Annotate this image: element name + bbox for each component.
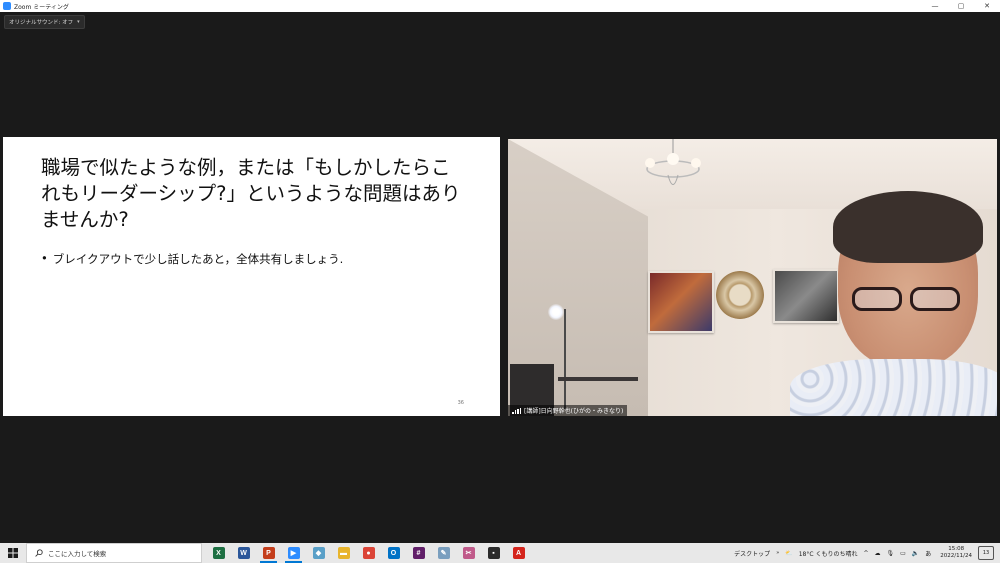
window-titlebar: Zoom ミーティング — ▢ ✕ — [0, 0, 1000, 12]
slide-page-number: 36 — [457, 400, 464, 406]
bullet-text: ブレイクアウトで少し話したあと，全体共有しましょう. — [52, 252, 344, 266]
taskbar-app-outlook[interactable]: O — [381, 543, 406, 563]
taskbar-app-sticky-notes[interactable]: ▪ — [481, 543, 506, 563]
powerpoint-icon: P — [262, 547, 275, 559]
windows-logo-icon — [8, 548, 18, 558]
chevron-up-icon[interactable]: ^ — [863, 550, 868, 557]
taskbar-app-snipping-tool[interactable]: ✂ — [456, 543, 481, 563]
weather-icon: ⛅ — [785, 549, 793, 557]
close-button[interactable]: ✕ — [974, 0, 1000, 12]
original-sound-label: オリジナルサウンド: オフ — [9, 20, 74, 26]
notification-count: 13 — [982, 550, 990, 556]
windows-taskbar: ここに入力して検索 X W P ▶ ◆ ▬ ● O # ✎ ✂ ▪ A デスクトップ » ⛅ 18°C … — [0, 543, 1000, 563]
chevron-down-icon[interactable]: ▾ — [77, 19, 80, 25]
wall-photo — [773, 269, 839, 323]
maximize-button[interactable]: ▢ — [948, 0, 974, 12]
ime-indicator[interactable]: あ — [925, 549, 931, 558]
lamp-light — [548, 304, 564, 320]
chrome-icon: ● — [362, 547, 375, 559]
chandelier-image — [645, 139, 701, 185]
participant-name: [講師]日向野幹也(ひがの・みきなり) — [524, 408, 624, 415]
taskbar-app-word[interactable]: W — [231, 543, 256, 563]
original-sound-button[interactable]: オリジナルサウンド: オフ ▾ — [4, 15, 85, 29]
system-tray: デスクトップ » ⛅ 18°C くもりのち晴れ ^ ☁ 🎙 ▭ 🔈 あ 15:0… — [731, 543, 1000, 563]
sticky-notes-icon: ▪ — [487, 547, 500, 559]
excel-icon: X — [212, 547, 225, 559]
taskbar-app-file-explorer[interactable]: ▬ — [331, 543, 356, 563]
wall-painting — [648, 271, 714, 333]
wall-plate — [716, 271, 764, 319]
participant-name-tag: [講師]日向野幹也(ひがの・みきなり) — [508, 405, 628, 416]
desk — [558, 377, 638, 381]
taskbar-app-acrobat[interactable]: A — [506, 543, 531, 563]
shared-slide: 職場で似たような例，または「もしかしたらこれもリーダーシップ?」というような問題… — [3, 137, 500, 416]
word-icon: W — [237, 547, 250, 559]
bullet-mark: • — [41, 251, 48, 265]
taskbar-app-app-generic[interactable]: ◆ — [306, 543, 331, 563]
taskbar-search[interactable]: ここに入力して検索 — [26, 543, 202, 563]
onedrive-icon[interactable]: ☁ — [875, 550, 881, 557]
zoom-icon: ▶ — [287, 547, 300, 559]
participant-glasses — [848, 287, 968, 315]
minimize-button[interactable]: — — [922, 0, 948, 12]
taskbar-app-powerpoint[interactable]: P — [256, 543, 281, 563]
start-button[interactable] — [0, 543, 26, 563]
taskbar-app-slack[interactable]: # — [406, 543, 431, 563]
weather-text[interactable]: 18°C くもりのち晴れ — [799, 549, 858, 558]
outlook-icon: O — [387, 547, 400, 559]
volume-icon[interactable]: 🔈 — [912, 550, 919, 557]
zoom-logo-icon — [3, 2, 11, 10]
window-title: Zoom ミーティング — [14, 3, 69, 11]
participant-hair — [833, 191, 983, 263]
snipping-tool-icon: ✂ — [462, 547, 475, 559]
participant-video[interactable]: [講師]日向野幹也(ひがの・みきなり) — [508, 139, 997, 416]
slack-icon: # — [412, 547, 425, 559]
notification-button[interactable]: 13 — [978, 546, 994, 560]
acrobat-icon: A — [512, 547, 525, 559]
taskbar-apps: X W P ▶ ◆ ▬ ● O # ✎ ✂ ▪ A — [206, 543, 531, 563]
file-explorer-icon: ▬ — [337, 547, 350, 559]
clock[interactable]: 15:08 2022/11/24 — [940, 546, 972, 560]
chevron-right-icon[interactable]: » — [776, 550, 779, 556]
slide-title: 職場で似たような例，または「もしかしたらこれもリーダーシップ?」というような問題… — [41, 156, 461, 231]
taskbar-app-paint[interactable]: ✎ — [431, 543, 456, 563]
signal-strength-icon — [512, 407, 521, 414]
clock-time: 15:08 — [948, 546, 965, 552]
network-icon[interactable]: ▭ — [900, 550, 906, 557]
desktop-toolbar-label[interactable]: デスクトップ — [734, 549, 770, 558]
taskbar-app-excel[interactable]: X — [206, 543, 231, 563]
search-placeholder: ここに入力して検索 — [48, 550, 107, 558]
lamp-pole — [564, 309, 566, 409]
window-controls: — ▢ ✕ — [922, 0, 1000, 12]
search-icon — [35, 549, 43, 557]
taskbar-app-zoom[interactable]: ▶ — [281, 543, 306, 563]
clock-date: 2022/11/24 — [940, 553, 972, 559]
slide-bullet: • ブレイクアウトで少し話したあと，全体共有しましょう. — [41, 251, 343, 267]
microphone-icon[interactable]: 🎙 — [887, 550, 895, 557]
taskbar-app-chrome[interactable]: ● — [356, 543, 381, 563]
paint-icon: ✎ — [437, 547, 450, 559]
participant-shirt — [790, 359, 997, 416]
app-generic-icon: ◆ — [312, 547, 325, 559]
